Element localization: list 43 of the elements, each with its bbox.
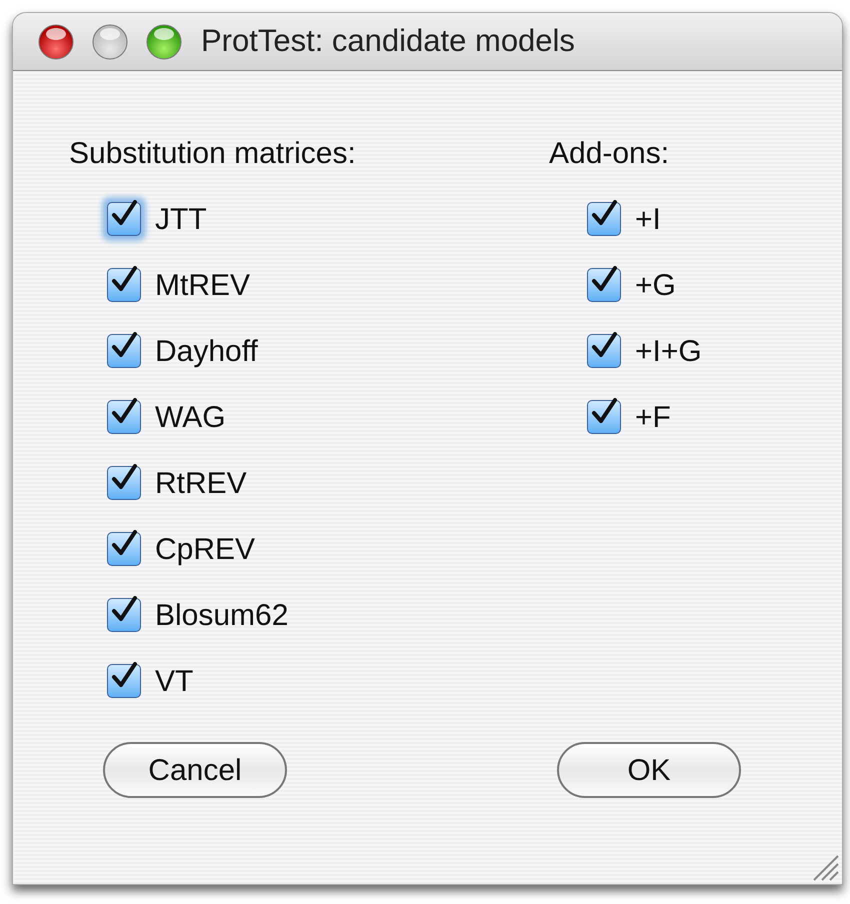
checkbox-row[interactable]: Dayhoff [107,318,549,384]
checkbox-label: +G [635,268,676,304]
checkbox[interactable] [587,202,621,236]
checkbox-row[interactable]: JTT [107,186,549,252]
checkbox[interactable] [107,598,141,632]
checkbox[interactable] [107,466,141,500]
checkbox-row[interactable]: +F [587,384,702,450]
checkbox[interactable] [107,334,141,368]
checkbox[interactable] [107,400,141,434]
checkbox-row[interactable]: +G [587,252,702,318]
checkbox-label: JTT [155,202,207,238]
checkbox-row[interactable]: VT [107,648,549,714]
checkbox-row[interactable]: +I+G [587,318,702,384]
checkbox[interactable] [107,532,141,566]
checkbox-label: Blosum62 [155,598,288,634]
checkbox-row[interactable]: +I [587,186,702,252]
checkbox[interactable] [107,664,141,698]
checkbox-label: WAG [155,400,226,436]
checkbox[interactable] [107,268,141,302]
close-button[interactable] [37,22,75,60]
checkbox-label: +I+G [635,334,702,370]
minimize-button[interactable] [91,22,129,60]
checkbox[interactable] [587,334,621,368]
checkbox-row[interactable]: RtREV [107,450,549,516]
checkbox[interactable] [587,268,621,302]
window-title: ProtTest: candidate models [201,22,575,60]
checkbox-label: MtREV [155,268,250,304]
cancel-button[interactable]: Cancel [103,742,287,798]
checkbox-label: +I [635,202,661,238]
checkbox-row[interactable]: MtREV [107,252,549,318]
checkbox-label: +F [635,400,671,436]
group-heading: Substitution matrices: [69,136,357,172]
checkbox-label: CpREV [155,532,256,568]
group-heading: Add-ons: [549,136,670,172]
checkbox-row[interactable]: WAG [107,384,549,450]
checkbox-label: Dayhoff [155,334,258,370]
checkbox-label: VT [155,664,194,700]
checkbox-label: RtREV [155,466,247,502]
checkbox-row[interactable]: CpREV [107,516,549,582]
ok-button[interactable]: OK [557,742,741,798]
checkbox[interactable] [587,400,621,434]
zoom-button[interactable] [145,22,183,60]
checkbox-row[interactable]: Blosum62 [107,582,549,648]
